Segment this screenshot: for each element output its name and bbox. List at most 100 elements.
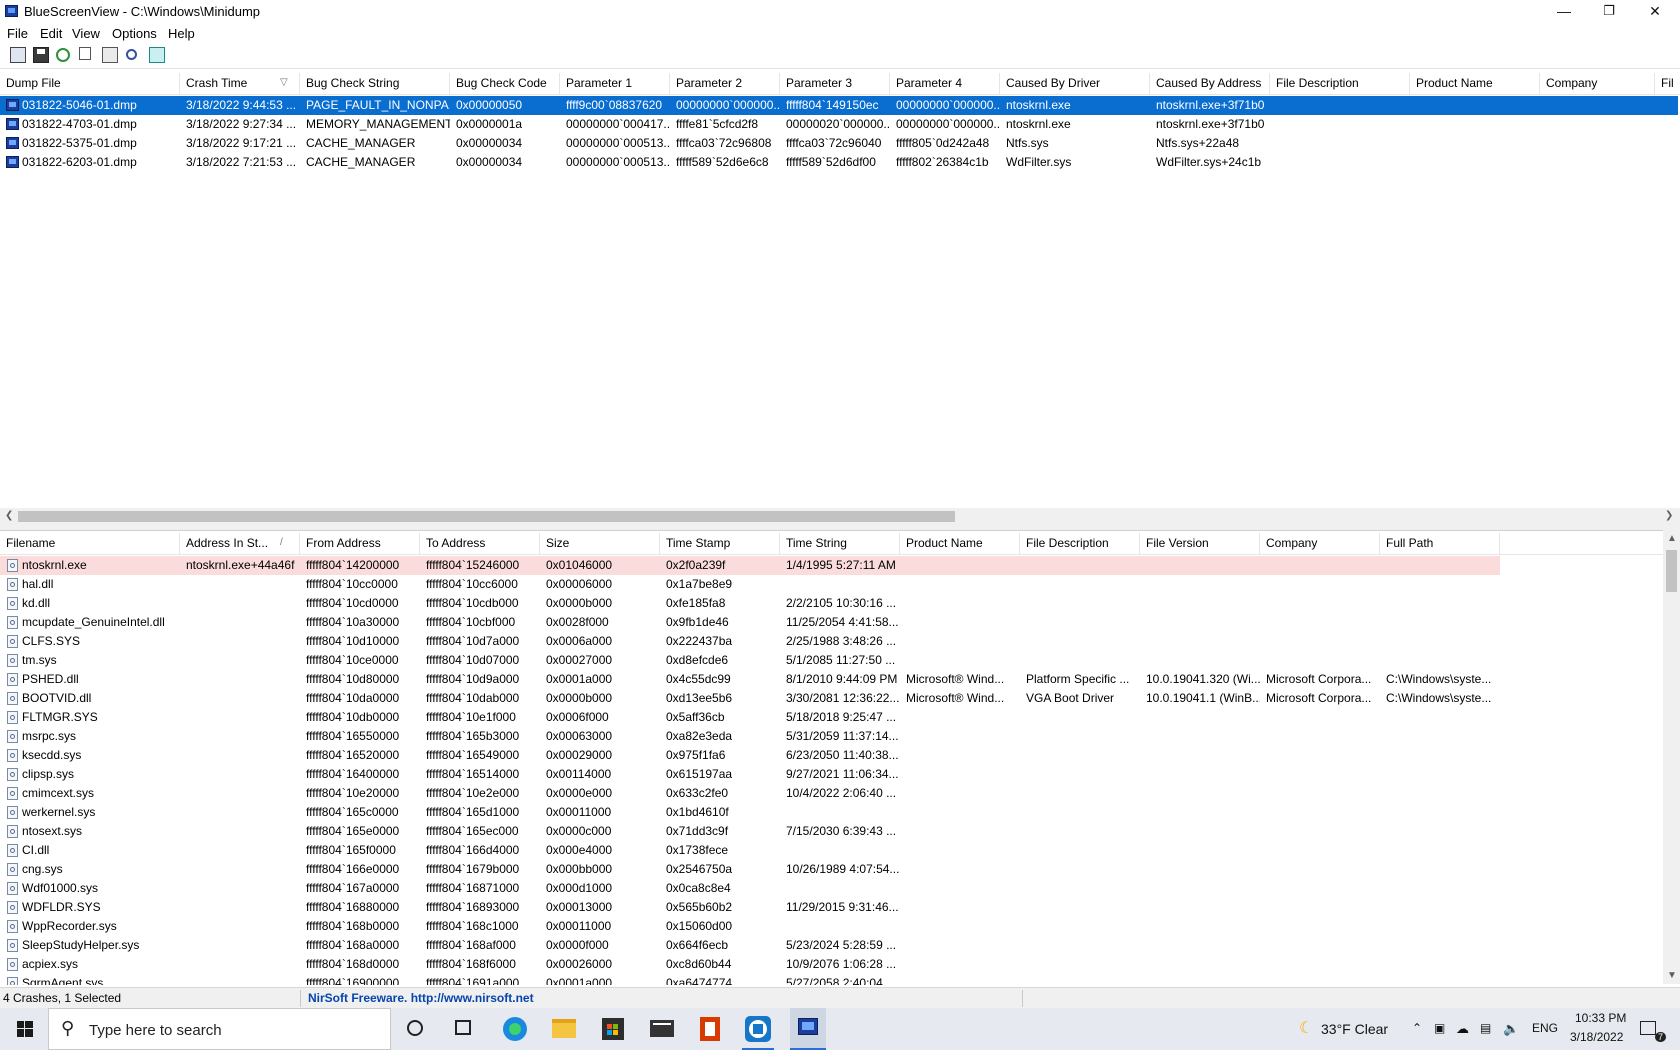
language-indicator[interactable]: ENG — [1532, 1021, 1558, 1035]
column-header-bug-check-code[interactable]: Bug Check Code — [450, 73, 560, 94]
crash-row[interactable]: 031822-4703-01.dmp 3/18/2022 9:27:34 ... M… — [0, 115, 1660, 134]
module-row[interactable]: SgrmAgent.sys fffff804`16900000 fffff804`1… — [0, 974, 1660, 985]
column-header-file-description[interactable]: File Description — [1270, 73, 1410, 94]
column-header-company[interactable]: Company — [1260, 533, 1380, 554]
module-row[interactable]: PSHED.dll fffff804`10d80000 fffff804`10d9a… — [0, 670, 1660, 689]
column-header-file-description[interactable]: File Description — [1020, 533, 1140, 554]
module-row[interactable]: ntosext.sys fffff804`165e0000 fffff804`165… — [0, 822, 1660, 841]
module-row[interactable]: cmimcext.sys fffff804`10e20000 fffff804`10… — [0, 784, 1660, 803]
module-list[interactable]: Filename Address In St... From Address To A… — [0, 533, 1663, 985]
edge-browser-icon[interactable] — [503, 1017, 527, 1041]
column-header-parameter-4[interactable]: Parameter 4 — [890, 73, 1000, 94]
module-row[interactable]: FLTMGR.SYS fffff804`10db0000 fffff804`10e1… — [0, 708, 1660, 727]
column-header-caused-by-driver[interactable]: Caused By Driver — [1000, 73, 1150, 94]
column-header-parameter-1[interactable]: Parameter 1 — [560, 73, 670, 94]
restore-button[interactable]: ❐ — [1586, 0, 1632, 24]
scroll-right-arrow-icon[interactable]: ❯ — [1665, 510, 1673, 521]
menu-options[interactable]: Options — [112, 26, 157, 41]
onedrive-cloud-icon[interactable]: ☁ — [1456, 1021, 1469, 1037]
close-button[interactable]: ✕ — [1632, 0, 1678, 24]
module-row[interactable]: hal.dll fffff804`10cc0000 fffff804`10cc600… — [0, 575, 1660, 594]
save-icon[interactable] — [33, 47, 49, 63]
module-row[interactable]: msrpc.sys fffff804`16550000 fffff804`165b3… — [0, 727, 1660, 746]
copy-icon[interactable] — [79, 47, 91, 60]
microsoft-store-icon[interactable] — [602, 1018, 624, 1040]
column-header-parameter-3[interactable]: Parameter 3 — [780, 73, 890, 94]
scroll-up-arrow-icon[interactable]: ▲ — [1667, 533, 1677, 544]
column-header-file-version[interactable]: File Version — [1140, 533, 1260, 554]
office-icon[interactable] — [700, 1017, 720, 1041]
cortana-icon[interactable] — [407, 1020, 423, 1036]
find-icon[interactable] — [126, 49, 137, 60]
crash-row[interactable]: 031822-5375-01.dmp 3/18/2022 9:17:21 ... C… — [0, 134, 1660, 153]
column-header-to-address[interactable]: To Address — [420, 533, 540, 554]
module-row[interactable]: werkernel.sys fffff804`165c0000 fffff804`1… — [0, 803, 1660, 822]
exit-icon[interactable] — [149, 47, 165, 63]
menu-edit[interactable]: Edit — [40, 26, 62, 41]
column-header-full-path[interactable]: Full Path — [1380, 533, 1500, 554]
tray-app-icon[interactable]: ▣ — [1434, 1021, 1445, 1035]
show-hidden-icons-chevron-icon[interactable]: ⌃ — [1412, 1021, 1422, 1035]
windows-start-icon[interactable] — [17, 1021, 33, 1037]
teamviewer-icon[interactable] — [745, 1016, 771, 1042]
crash-row[interactable]: 031822-5046-01.dmp 3/18/2022 9:44:53 ... P… — [0, 96, 1678, 115]
module-row[interactable]: BOOTVID.dll fffff804`10da0000 fffff804`10d… — [0, 689, 1660, 708]
module-row[interactable]: CI.dll fffff804`165f0000 fffff804`166d4000… — [0, 841, 1660, 860]
mail-icon[interactable] — [650, 1020, 674, 1037]
network-icon[interactable]: ▤ — [1480, 1021, 1491, 1035]
column-header-dump-file[interactable]: Dump File — [0, 73, 180, 94]
column-header-time-stamp[interactable]: Time Stamp — [660, 533, 780, 554]
minimize-button[interactable]: — — [1541, 0, 1587, 24]
module-row[interactable]: CLFS.SYS fffff804`10d10000 fffff804`10d7a0… — [0, 632, 1660, 651]
module-row[interactable]: kd.dll fffff804`10cd0000 fffff804`10cdb000… — [0, 594, 1660, 613]
pane-splitter[interactable] — [0, 525, 1680, 531]
module-row[interactable]: cng.sys fffff804`166e0000 fffff804`1679b00… — [0, 860, 1660, 879]
column-header-fil[interactable]: Fil — [1655, 73, 1680, 94]
column-header-company[interactable]: Company — [1540, 73, 1655, 94]
refresh-icon[interactable] — [56, 48, 70, 62]
notification-center-icon[interactable] — [1640, 1021, 1656, 1035]
module-row[interactable]: SleepStudyHelper.sys fffff804`168a0000 fff… — [0, 936, 1660, 955]
column-header-parameter-2[interactable]: Parameter 2 — [670, 73, 780, 94]
menu-file[interactable]: File — [7, 26, 28, 41]
nirsoft-link[interactable]: NirSoft Freeware. http://www.nirsoft.net — [308, 991, 534, 1005]
scroll-left-arrow-icon[interactable]: ❮ — [5, 510, 13, 521]
column-header-from-address[interactable]: From Address — [300, 533, 420, 554]
crash-row[interactable]: 031822-6203-01.dmp 3/18/2022 7:21:53 ... C… — [0, 153, 1660, 172]
column-header-filename[interactable]: Filename — [0, 533, 180, 554]
html-report-icon[interactable] — [10, 47, 26, 63]
task-view-icon[interactable] — [455, 1020, 471, 1035]
horizontal-scroll-thumb[interactable] — [18, 511, 955, 522]
weather-text[interactable]: 33°F Clear — [1321, 1021, 1388, 1037]
weather-icon[interactable]: ☾ — [1299, 1018, 1313, 1038]
volume-icon[interactable]: 🔈 — [1503, 1021, 1519, 1037]
clock-time[interactable]: 10:33 PM — [1575, 1011, 1626, 1025]
module-row[interactable]: acpiex.sys fffff804`168d0000 fffff804`168f… — [0, 955, 1660, 974]
scroll-down-arrow-icon[interactable]: ▼ — [1667, 970, 1677, 981]
module-row[interactable]: clipsp.sys fffff804`16400000 fffff804`1651… — [0, 765, 1660, 784]
column-header-product-name[interactable]: Product Name — [900, 533, 1020, 554]
bluescreenview-taskbar-button[interactable] — [790, 1008, 826, 1050]
module-row[interactable]: Wdf01000.sys fffff804`167a0000 fffff804`16… — [0, 879, 1660, 898]
column-header-bug-check-string[interactable]: Bug Check String — [300, 73, 450, 94]
taskbar-search-box[interactable]: ⚲ Type here to search — [48, 1008, 391, 1050]
clock-date[interactable]: 3/18/2022 — [1570, 1030, 1623, 1044]
column-header-product-name[interactable]: Product Name — [1410, 73, 1540, 94]
column-header-size[interactable]: Size — [540, 533, 660, 554]
file-explorer-icon[interactable] — [552, 1019, 576, 1038]
vertical-scrollbar[interactable]: ▲ ▼ — [1663, 530, 1680, 984]
module-row[interactable]: tm.sys fffff804`10ce0000 fffff804`10d07000… — [0, 651, 1660, 670]
horizontal-scrollbar[interactable]: ❮ ❯ — [0, 508, 1680, 525]
properties-icon[interactable] — [102, 47, 118, 63]
module-row[interactable]: ksecdd.sys fffff804`16520000 fffff804`1654… — [0, 746, 1660, 765]
module-row[interactable]: WDFLDR.SYS fffff804`16880000 fffff804`1689… — [0, 898, 1660, 917]
module-row[interactable]: mcupdate_GenuineIntel.dll fffff804`10a300… — [0, 613, 1660, 632]
module-row[interactable]: ntoskrnl.exe ntoskrnl.exe+44a46f fffff804`… — [0, 556, 1500, 575]
column-header-caused-by-address[interactable]: Caused By Address — [1150, 73, 1270, 94]
menu-view[interactable]: View — [72, 26, 100, 41]
column-header-time-string[interactable]: Time String — [780, 533, 900, 554]
menu-help[interactable]: Help — [168, 26, 195, 41]
module-row[interactable]: WppRecorder.sys fffff804`168b0000 fffff804… — [0, 917, 1660, 936]
crash-list[interactable]: Dump File Crash Time Bug Check String Bug C… — [0, 73, 1680, 508]
vertical-scroll-thumb[interactable] — [1666, 550, 1677, 592]
